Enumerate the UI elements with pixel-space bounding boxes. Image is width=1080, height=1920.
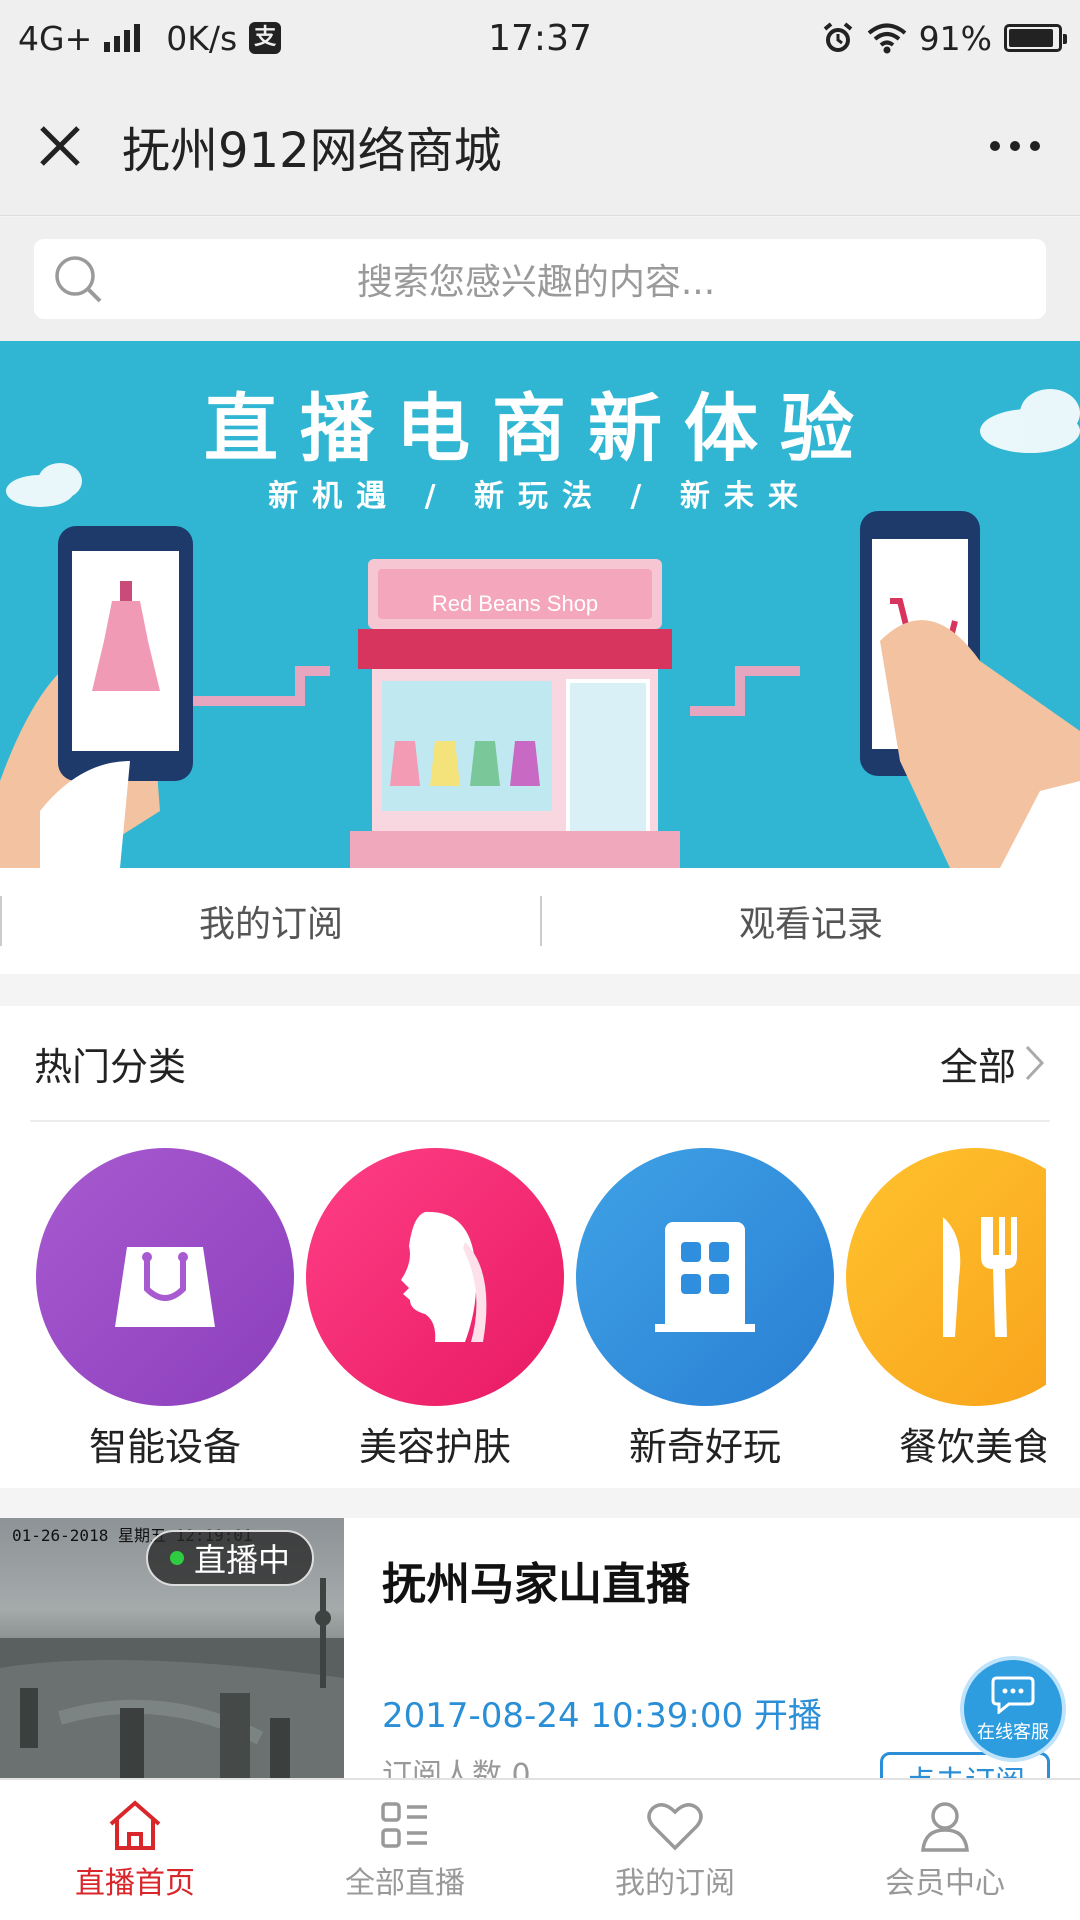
- signal-icon: [104, 24, 141, 52]
- category-circle: [306, 1148, 564, 1406]
- category-circle: [36, 1148, 294, 1406]
- section-header: 热门分类 全部: [30, 1006, 1050, 1122]
- tab-label: 直播首页: [75, 1866, 195, 1901]
- page-title: 抚州912网络商城: [122, 122, 502, 179]
- tab-my-subscriptions[interactable]: 我的订阅: [2, 895, 540, 947]
- tab-label: 我的订阅: [615, 1866, 735, 1901]
- heart-icon: [647, 1803, 703, 1851]
- tab-watch-history[interactable]: 观看记录: [542, 895, 1080, 947]
- alarm-icon: [823, 22, 852, 52]
- woman-profile-icon: [401, 1211, 487, 1342]
- category-circle: [576, 1148, 834, 1406]
- search-icon: [55, 256, 102, 303]
- network-type: 4G+: [18, 18, 93, 58]
- search-placeholder: 搜索您感兴趣的内容...: [356, 262, 716, 303]
- tab-label: 全部直播: [345, 1866, 465, 1901]
- network-speed: 0K/s: [166, 18, 238, 58]
- search-bar: 搜索您感兴趣的内容...: [0, 217, 1080, 341]
- more-dot-icon: [1010, 140, 1020, 151]
- shopping-bag-icon: [115, 1247, 215, 1327]
- live-badge: 直播中: [146, 1530, 315, 1586]
- bottom-tab-bar: 直播首页 全部直播 我的订阅 会员中心: [0, 1778, 1080, 1920]
- chat-icon: [991, 1676, 1035, 1714]
- subtabs: 我的订阅 观看记录: [0, 868, 1080, 974]
- battery-icon: [1004, 24, 1067, 52]
- live-title: 抚州马家山直播: [382, 1559, 690, 1610]
- status-bar: 4G+ 0K/s 支 17:37 91%: [0, 0, 1080, 76]
- live-dot-icon: [170, 1551, 184, 1565]
- live-thumbnail: 01-26-2018 星期五 12:19:01 直播中: [0, 1518, 344, 1778]
- hot-categories: 热门分类 全部 智能设备 美容护肤 新奇好玩 餐饮美食: [0, 1006, 1080, 1488]
- battery-percent: 91%: [918, 18, 992, 58]
- category-label: 智能设备: [88, 1425, 241, 1468]
- category-circle: [846, 1148, 1046, 1406]
- clock: 17:37: [488, 17, 592, 59]
- live-card[interactable]: 01-26-2018 星期五 12:19:01 直播中 抚州马家山直播 2017…: [0, 1518, 1080, 1778]
- wifi-icon: [867, 23, 906, 54]
- category-label: 新奇好玩: [628, 1425, 781, 1468]
- section-title: 热门分类: [34, 1044, 187, 1089]
- more-dot-icon: [990, 140, 1000, 151]
- category-beauty[interactable]: 美容护肤: [306, 1148, 564, 1468]
- nav-bar: 抚州912网络商城: [0, 76, 1080, 216]
- tab-all-live[interactable]: 全部直播: [270, 1780, 540, 1920]
- live-badge-label: 直播中: [194, 1541, 291, 1579]
- cutlery-icon: [943, 1217, 1017, 1337]
- pay-icon: 支: [249, 22, 282, 54]
- shop-sign: Red Beans Shop: [432, 591, 598, 616]
- view-all-link[interactable]: 全部: [940, 1036, 1046, 1091]
- more-button[interactable]: [950, 76, 1080, 216]
- building-icon: [655, 1222, 755, 1332]
- category-label: 餐饮美食: [898, 1425, 1046, 1468]
- list-icon: [381, 1802, 427, 1848]
- close-button[interactable]: [0, 76, 120, 216]
- online-service-button[interactable]: 在线客服: [960, 1656, 1066, 1762]
- close-icon: [40, 125, 80, 166]
- tab-member-center[interactable]: 会员中心: [810, 1780, 1080, 1920]
- banner-title: 直播电商新体验: [204, 386, 876, 472]
- category-smart-devices[interactable]: 智能设备: [36, 1148, 294, 1468]
- user-icon: [921, 1802, 969, 1852]
- category-list: 智能设备 美容护肤 新奇好玩 餐饮美食: [0, 1148, 1046, 1468]
- tab-live-home[interactable]: 直播首页: [0, 1780, 270, 1920]
- category-label: 美容护肤: [358, 1425, 511, 1468]
- chevron-right-icon: [1025, 1045, 1045, 1081]
- tab-my-subscriptions-bottom[interactable]: 我的订阅: [540, 1780, 810, 1920]
- home-icon: [109, 1800, 161, 1850]
- online-service-label: 在线客服: [977, 1722, 1049, 1743]
- subscriber-count: 订阅人数 0: [382, 1758, 531, 1778]
- category-food[interactable]: 餐饮美食: [846, 1148, 1046, 1468]
- promo-banner[interactable]: Red Beans Shop 直播电商新体验 新机遇 / 新玩法 / 新未来: [0, 341, 1080, 868]
- live-start-time: 2017-08-24 10:39:00 开播: [382, 1696, 822, 1736]
- banner-subtitle: 新机遇 / 新玩法 / 新未来: [268, 479, 812, 514]
- more-dot-icon: [1030, 140, 1040, 151]
- tab-label: 会员中心: [885, 1866, 1005, 1901]
- category-novelty[interactable]: 新奇好玩: [576, 1148, 834, 1468]
- view-all-label: 全部: [939, 1044, 1016, 1089]
- search-input[interactable]: 搜索您感兴趣的内容...: [34, 239, 1046, 319]
